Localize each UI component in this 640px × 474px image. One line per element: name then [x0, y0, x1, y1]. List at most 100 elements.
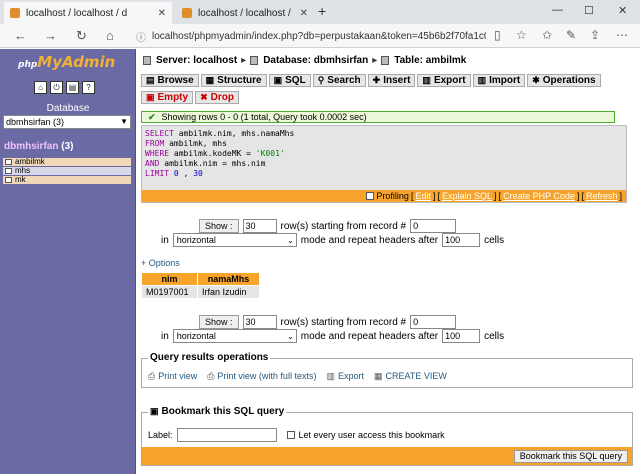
rows-input[interactable]: 30: [242, 219, 277, 233]
bookmark-label-input[interactable]: [176, 428, 277, 442]
print-icon: ⎙: [148, 371, 156, 381]
tab-sql[interactable]: ▣ SQL: [268, 74, 311, 87]
repeat-headers-input[interactable]: 100: [442, 233, 481, 247]
start-record-input[interactable]: 0: [410, 219, 457, 233]
refresh-link[interactable]: Refresh: [586, 191, 618, 201]
sql-query-box: SELECT ambilmk.nim, mhs.namaMhs FROM amb…: [141, 125, 627, 203]
table-item-mk[interactable]: mk: [3, 176, 131, 184]
profiling-checkbox[interactable]: [366, 192, 375, 200]
more-icon[interactable]: ⋯: [616, 28, 628, 42]
explain-sql-link[interactable]: Explain SQL: [442, 191, 492, 201]
export-link[interactable]: ▥ Export: [326, 371, 364, 382]
bookmark-row: Label: Let every user access this bookma…: [148, 428, 445, 442]
browser-tab-bar: localhost / localhost / d ✕ localhost / …: [0, 0, 640, 24]
close-window-button[interactable]: ✕: [618, 4, 627, 17]
pen-icon[interactable]: ✎: [566, 28, 576, 42]
rows-input[interactable]: 30: [242, 315, 277, 329]
browser-tab-1[interactable]: localhost / localhost / d ✕: [4, 2, 172, 24]
tab-browse[interactable]: ▤ Browse: [141, 74, 199, 87]
new-tab-button[interactable]: +: [318, 3, 326, 19]
tab-empty[interactable]: ▣ Empty: [141, 91, 194, 104]
create-php-code-link[interactable]: Create PHP Code: [503, 191, 575, 201]
navigation-row-bottom: Show : 30 row(s) starting from record # …: [199, 315, 457, 329]
bookmark-fieldset: ▣ Bookmark this SQL query Label: Let eve…: [141, 406, 633, 466]
tab-drop[interactable]: ✖ Drop: [195, 91, 239, 104]
chevron-down-icon: ⌄: [287, 331, 294, 341]
profiling-label: Profiling: [376, 191, 409, 201]
tab-import[interactable]: ▥ Import: [472, 74, 526, 87]
show-button[interactable]: Show :: [199, 315, 239, 329]
bookmark-submit-button[interactable]: Bookmark this SQL query: [513, 449, 628, 463]
empty-icon: ▣: [146, 92, 155, 102]
display-mode-select[interactable]: horizontal ⌄: [172, 233, 297, 247]
main-frame: Server: localhost ▸ Database: dbmhsirfan…: [137, 49, 640, 474]
breadcrumb-database[interactable]: Database: dbmhsirfan: [263, 55, 368, 66]
browser-tab-2[interactable]: localhost / localhost / dbml ✕: [176, 2, 314, 24]
tab-operations[interactable]: ✱ Operations: [527, 74, 601, 87]
table-tabs: ▤ Browse ▦ Structure ▣ SQL ⚲ Search ✚ Insert …: [141, 74, 637, 104]
browser-tab-title: localhost / localhost / d: [26, 7, 128, 19]
tab-insert[interactable]: ✚ Insert: [367, 74, 416, 87]
table-browse-icon[interactable]: [5, 177, 12, 183]
left-icon-bar: ⌂ ⏻ ▤ ?: [34, 81, 95, 94]
bookmark-footer: Bookmark this SQL query: [142, 447, 632, 465]
options-link[interactable]: + Options: [141, 258, 180, 268]
bookmark-legend: ▣ Bookmark this SQL query: [148, 406, 287, 417]
edit-link[interactable]: Edit: [415, 191, 431, 201]
sql-code: SELECT ambilmk.nim, mhs.namaMhs FROM amb…: [145, 129, 295, 178]
refresh-icon[interactable]: ↻: [76, 28, 87, 44]
query-window-icon[interactable]: ▤: [66, 81, 79, 94]
docs-icon[interactable]: ?: [82, 81, 95, 94]
column-header-nim[interactable]: nim: [141, 272, 198, 286]
back-icon[interactable]: ←: [14, 28, 27, 43]
operations-icon: ✱: [532, 75, 540, 85]
table-item-mhs[interactable]: mhs: [3, 167, 131, 175]
export-icon: ▥: [326, 371, 335, 381]
start-record-input[interactable]: 0: [410, 315, 457, 329]
drop-icon: ✖: [200, 92, 208, 102]
favorite-star-icon[interactable]: ☆: [516, 28, 527, 42]
breadcrumb-server[interactable]: Server: localhost: [156, 55, 237, 66]
import-icon: ▥: [477, 75, 487, 85]
maximize-button[interactable]: ☐: [584, 4, 594, 17]
phpmyadmin-logo[interactable]: phpMyAdmin: [18, 53, 115, 71]
minimize-button[interactable]: —: [552, 4, 563, 16]
show-button[interactable]: Show :: [199, 219, 239, 233]
database-icon: [250, 56, 259, 65]
print-view-link[interactable]: ⎙ Print view: [148, 371, 197, 382]
query-ops-links: ⎙ Print view ⎙ Print view (with full texts…: [148, 371, 447, 382]
table-cell: M0197001: [141, 285, 198, 299]
database-select[interactable]: dbmhsirfan (3) ▼: [3, 115, 131, 129]
create-view-link[interactable]: ▦ CREATE VIEW: [374, 371, 447, 382]
display-mode-select[interactable]: horizontal ⌄: [172, 329, 297, 343]
search-icon: ⚲: [317, 75, 325, 85]
address-bar[interactable]: ⓘ localhost/phpmyadmin/index.php?db=perp…: [136, 27, 486, 45]
server-icon: [143, 56, 151, 65]
home-icon[interactable]: ⌂: [34, 81, 47, 94]
pma-favicon-icon: [10, 8, 20, 18]
tab-search[interactable]: ⚲ Search: [312, 74, 366, 87]
table-browse-icon[interactable]: [5, 168, 12, 174]
logout-icon[interactable]: ⏻: [50, 81, 63, 94]
breadcrumb-table[interactable]: Table: ambilmk: [394, 55, 466, 66]
repeat-headers-input[interactable]: 100: [442, 329, 481, 343]
share-icon[interactable]: ⇪: [590, 28, 600, 42]
database-heading[interactable]: dbmhsirfan (3): [4, 141, 73, 152]
database-label: Database: [46, 103, 90, 114]
success-message: ✔ Showing rows 0 - 0 (1 total, Query too…: [141, 111, 615, 123]
column-header-namamhs[interactable]: namaMhs: [197, 272, 260, 286]
table-browse-icon[interactable]: [5, 159, 12, 165]
close-tab-icon[interactable]: ✕: [158, 8, 166, 19]
favorites-icon[interactable]: ✩: [542, 28, 552, 42]
sql-icon: ▣: [273, 75, 283, 85]
forward-icon[interactable]: →: [44, 28, 57, 43]
print-view-full-link[interactable]: ⎙ Print view (with full texts): [207, 371, 316, 382]
table-row: M0197001 Irfan Izudin: [141, 285, 260, 299]
tab-structure[interactable]: ▦ Structure: [200, 74, 267, 87]
table-item-ambilmk[interactable]: ambilmk: [3, 158, 131, 166]
home-icon[interactable]: ⌂: [106, 28, 114, 43]
close-tab-icon[interactable]: ✕: [300, 8, 308, 19]
tab-export[interactable]: ▥ Export: [417, 74, 471, 87]
share-bookmark-checkbox[interactable]: [286, 431, 295, 439]
reading-view-icon[interactable]: ▯: [494, 28, 501, 42]
